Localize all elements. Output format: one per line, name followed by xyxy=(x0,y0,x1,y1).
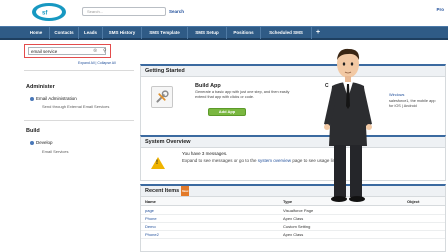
sidebar-item-label: Email Administration xyxy=(36,96,77,101)
recent-item-type: Apex Class xyxy=(283,216,304,221)
clear-icon[interactable]: ⊗ xyxy=(93,48,97,55)
table-row: page Visualforce Page xyxy=(141,207,445,215)
build-app-description: Generate a basic app with just one step,… xyxy=(195,90,290,99)
presenter-character-image xyxy=(324,48,372,202)
recent-items-title: Recent Items xyxy=(145,188,180,194)
tab-contacts[interactable]: Contacts xyxy=(50,27,79,39)
table-row: Phone2 Apex Class xyxy=(141,231,445,239)
build-app-title: Build App xyxy=(195,83,221,89)
main-content: Getting Started Build App Generate a bas… xyxy=(138,40,448,252)
recent-item-link[interactable]: Phone2 xyxy=(145,231,159,238)
panel-title: System Overview xyxy=(141,137,445,148)
recent-item-type: Apex Class xyxy=(283,232,304,237)
table-row: Phone Apex Class xyxy=(141,215,445,223)
system-overview-link[interactable]: system overview xyxy=(258,158,291,163)
sidebar-item-develop[interactable]: Develop xyxy=(30,140,53,145)
sidebar-link-external-email-services[interactable]: Send through External Email Services xyxy=(42,104,109,109)
system-overview-panel: System Overview ! You have 3 messages. E… xyxy=(140,135,446,181)
mobile-description: salesforce1, the mobile app for iOS | An… xyxy=(389,99,436,108)
tab-leads[interactable]: Leads xyxy=(79,27,103,39)
column-name[interactable]: Name xyxy=(145,198,156,205)
recent-item-link[interactable]: Phone xyxy=(145,215,157,222)
search-button[interactable]: Search xyxy=(169,7,184,16)
header: sf Search... Search Pro xyxy=(0,0,448,26)
panel-title: Getting Started xyxy=(141,66,445,77)
new-badge: New xyxy=(181,186,190,196)
add-app-button[interactable]: Add App xyxy=(208,108,246,116)
tab-bar: Home Contacts Leads SMS History SMS Temp… xyxy=(0,26,448,40)
mobile-link[interactable]: Windows xyxy=(389,93,404,97)
column-object[interactable]: Object xyxy=(407,198,419,205)
overview-text-pre: Expand to see messages or go to the xyxy=(182,158,258,163)
sidebar: email service ⊗ ⚲ Expand All | Collapse … xyxy=(0,40,138,252)
section-build: Build xyxy=(26,128,40,134)
recent-item-link[interactable]: Demo xyxy=(145,223,156,230)
expand-icon[interactable] xyxy=(30,96,34,101)
recent-items-panel: Recent Items New Name Type Object page Vi… xyxy=(140,184,446,252)
recent-item-type: Visualforce Page xyxy=(283,208,314,213)
tab-home[interactable]: Home xyxy=(23,27,50,39)
table-row: Demo Custom Setting xyxy=(141,223,445,231)
tab-positions[interactable]: Positions xyxy=(227,27,261,39)
warning-icon xyxy=(151,157,165,169)
recent-item-link[interactable]: page xyxy=(145,207,154,214)
sidebar-item-email-administration[interactable]: Email Administration xyxy=(30,96,77,101)
table-header: Name Type Object xyxy=(141,197,445,206)
expand-collapse-links[interactable]: Expand All | Collapse All xyxy=(78,61,116,65)
recent-item-type: Custom Setting xyxy=(283,224,311,229)
search-icon[interactable]: ⚲ xyxy=(103,48,107,55)
wrench-icon xyxy=(151,86,173,108)
column-type[interactable]: Type xyxy=(283,198,292,205)
tab-sms-template[interactable]: SMS Template xyxy=(142,27,188,39)
divider xyxy=(24,120,134,121)
expand-icon[interactable] xyxy=(30,140,34,145)
panel-title: Recent Items New xyxy=(141,186,445,197)
salesforce-logo-icon[interactable]: sf xyxy=(30,1,68,23)
sidebar-link-email-services[interactable]: Email Services xyxy=(42,149,68,154)
user-menu[interactable]: Pro xyxy=(436,7,444,12)
global-search-input[interactable]: Search... xyxy=(82,7,166,16)
tab-add-icon[interactable]: + xyxy=(312,27,324,39)
quick-find-highlight: email service ⊗ ⚲ xyxy=(24,44,111,58)
tab-sms-history[interactable]: SMS History xyxy=(103,27,142,39)
tab-scheduled-sms[interactable]: Scheduled SMS xyxy=(261,27,312,39)
warning-mark: ! xyxy=(156,160,158,166)
messages-count: You have 3 messages. xyxy=(182,151,228,156)
tab-sms-setup[interactable]: SMS Setup xyxy=(188,27,227,39)
sidebar-item-label: Develop xyxy=(36,140,53,145)
section-administer: Administer xyxy=(26,84,55,90)
divider xyxy=(24,70,134,71)
